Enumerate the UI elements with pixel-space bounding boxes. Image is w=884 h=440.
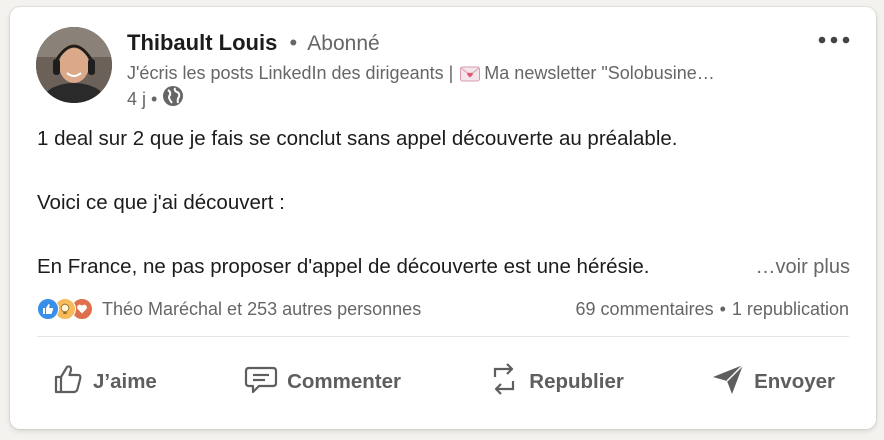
globe-icon [162, 85, 184, 113]
reaction-icons[interactable] [37, 298, 93, 320]
reposts-count[interactable]: 1 republication [732, 299, 849, 320]
like-button[interactable]: J’aime [37, 356, 171, 408]
post-card: Thibault Louis • Abonné J'écris les post… [10, 7, 876, 429]
repost-button[interactable]: Republier [473, 354, 638, 410]
avatar[interactable] [36, 27, 112, 103]
author-row: Thibault Louis • Abonné [127, 29, 380, 58]
headline-part2: Ma newsletter "Solobusine… [484, 63, 715, 83]
social-counts: Théo Maréchal et 253 autres personnes 69… [37, 295, 849, 323]
action-bar: J’aime Commenter Republier Envoyer [37, 357, 849, 407]
author-headline: J'écris les posts LinkedIn des dirigeant… [127, 61, 807, 88]
like-label: J’aime [93, 370, 157, 393]
more-options-button[interactable] [814, 29, 854, 51]
author-name[interactable]: Thibault Louis [127, 30, 277, 55]
reactors-text[interactable]: Théo Maréchal et 253 autres personnes [102, 299, 421, 320]
send-icon [710, 361, 746, 403]
thumbs-up-icon [51, 362, 85, 402]
more-icon [817, 31, 851, 49]
follow-status: Abonné [307, 32, 380, 55]
post-text-line-3: En France, ne pas proposer d'appel de dé… [37, 255, 650, 278]
like-reaction-icon [37, 298, 59, 320]
see-more-link[interactable]: …voir plus [756, 254, 850, 280]
repost-label: Republier [529, 370, 624, 393]
repost-icon [487, 360, 521, 404]
counts-separator: • [719, 298, 726, 319]
send-label: Envoyer [754, 370, 835, 393]
headline-part1: J'écris les posts LinkedIn des dirigeant… [127, 63, 454, 83]
love-letter-icon [460, 64, 481, 88]
post-text-line-2: Voici ce que j'ai découvert : [37, 191, 285, 214]
post-meta: 4 j • [127, 85, 184, 113]
comments-count[interactable]: 69 commentaires [576, 299, 714, 320]
separator: • [289, 30, 298, 55]
engagement-counts: 69 commentaires • 1 republication [576, 299, 849, 320]
comment-icon [243, 362, 279, 402]
time-ago: 4 j [127, 89, 147, 109]
divider [37, 336, 849, 337]
comment-button[interactable]: Commenter [229, 356, 415, 408]
post-text-line-1: 1 deal sur 2 que je fais se conclut sans… [37, 127, 678, 150]
meta-separator: • [151, 89, 158, 109]
send-button[interactable]: Envoyer [696, 355, 849, 409]
comment-label: Commenter [287, 370, 402, 393]
